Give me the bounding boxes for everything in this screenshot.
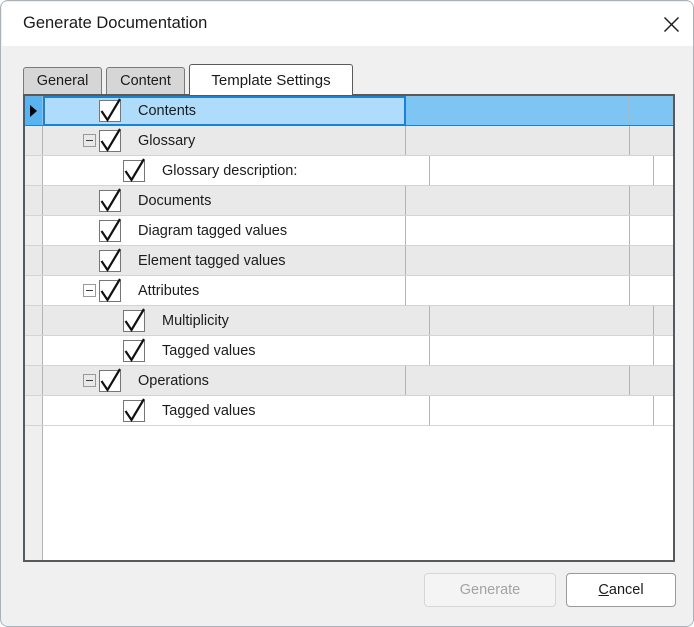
column-separator <box>653 306 654 335</box>
checkbox[interactable] <box>99 220 121 242</box>
tree-item-label: Documents <box>138 191 211 211</box>
tree-item-label: Diagram tagged values <box>138 221 287 241</box>
row-header-cell[interactable] <box>25 246 43 275</box>
cancel-button-label: Cancel <box>598 582 643 598</box>
column-separator <box>653 156 654 185</box>
checkbox[interactable] <box>123 310 145 332</box>
tree-item-label: Attributes <box>138 281 199 301</box>
tab-template-settings-label: Template Settings <box>211 72 330 89</box>
column-separator <box>429 156 430 185</box>
tree-item-label: Glossary <box>138 131 195 151</box>
table-row[interactable]: Documents <box>25 186 673 216</box>
table-row[interactable]: Tagged values <box>25 336 673 366</box>
row-header-cell[interactable] <box>25 306 43 335</box>
checkbox[interactable] <box>123 400 145 422</box>
close-icon[interactable] <box>648 2 694 46</box>
row-header-cell[interactable] <box>25 186 43 215</box>
row-header-cell[interactable] <box>25 276 43 305</box>
row-header-cell[interactable] <box>25 396 43 425</box>
table-row[interactable]: Multiplicity <box>25 306 673 336</box>
cancel-rest: ancel <box>609 582 644 598</box>
collapse-toggle-icon[interactable] <box>83 134 96 147</box>
generate-documentation-dialog: Generate Documentation General Content T… <box>0 0 694 627</box>
collapse-toggle-icon[interactable] <box>83 284 96 297</box>
column-separator <box>405 186 406 215</box>
column-separator <box>629 366 630 395</box>
column-separator <box>405 276 406 305</box>
column-separator <box>653 336 654 365</box>
column-separator <box>405 366 406 395</box>
grid-empty-area <box>25 426 673 560</box>
tab-content-label: Content <box>120 73 171 89</box>
tab-content[interactable]: Content <box>106 67 185 94</box>
column-separator <box>629 276 630 305</box>
row-header-cell[interactable] <box>25 366 43 395</box>
column-separator <box>405 126 406 155</box>
tab-template-settings[interactable]: Template Settings <box>189 64 353 95</box>
tree-item-label: Tagged values <box>162 401 256 421</box>
checkbox[interactable] <box>99 370 121 392</box>
dialog-title: Generate Documentation <box>23 14 207 33</box>
collapse-toggle-icon[interactable] <box>83 374 96 387</box>
column-separator <box>429 396 430 425</box>
row-header-cell[interactable] <box>25 156 43 185</box>
dialog-body: General Content Template Settings Conten… <box>2 46 694 627</box>
table-row[interactable]: Contents <box>25 96 673 126</box>
checkbox[interactable] <box>99 190 121 212</box>
table-row[interactable]: Tagged values <box>25 396 673 426</box>
table-row[interactable]: Glossary <box>25 126 673 156</box>
column-separator <box>405 246 406 275</box>
checkbox[interactable] <box>123 340 145 362</box>
checkbox[interactable] <box>99 280 121 302</box>
row-header-cell[interactable] <box>25 96 43 125</box>
table-row[interactable]: Glossary description: <box>25 156 673 186</box>
row-header-gutter-filler <box>25 426 43 560</box>
cancel-accelerator: C <box>598 582 608 598</box>
table-row[interactable]: Element tagged values <box>25 246 673 276</box>
column-separator <box>429 336 430 365</box>
tree-rows: Contents Glossary Glossary description: Doc… <box>25 96 673 560</box>
tree-item-label: Multiplicity <box>162 311 229 331</box>
tree-item-label: Glossary description: <box>162 161 297 181</box>
checkbox[interactable] <box>99 130 121 152</box>
column-separator <box>653 396 654 425</box>
table-row[interactable]: Diagram tagged values <box>25 216 673 246</box>
checkbox[interactable] <box>99 250 121 272</box>
checkbox[interactable] <box>99 100 121 122</box>
row-header-cell[interactable] <box>25 126 43 155</box>
column-separator <box>405 216 406 245</box>
generate-button-label: Generate <box>460 582 520 598</box>
row-header-cell[interactable] <box>25 336 43 365</box>
tree-item-label: Tagged values <box>162 341 256 361</box>
table-row[interactable]: Operations <box>25 366 673 396</box>
cancel-button[interactable]: Cancel <box>566 573 676 607</box>
tree-item-label: Operations <box>138 371 209 391</box>
tree-item-label: Element tagged values <box>138 251 286 271</box>
row-header-cell[interactable] <box>25 216 43 245</box>
tab-general-label: General <box>37 73 89 89</box>
tab-general[interactable]: General <box>23 67 102 94</box>
table-row[interactable]: Attributes <box>25 276 673 306</box>
column-separator <box>629 126 630 155</box>
tree-item-label: Contents <box>138 101 196 121</box>
column-separator <box>429 306 430 335</box>
column-separator <box>629 186 630 215</box>
column-separator <box>629 216 630 245</box>
checkbox[interactable] <box>123 160 145 182</box>
column-separator <box>629 246 630 275</box>
column-separator <box>629 96 630 125</box>
generate-button[interactable]: Generate <box>424 573 556 607</box>
template-settings-grid[interactable]: Contents Glossary Glossary description: Doc… <box>23 94 675 562</box>
current-row-arrow-icon <box>30 105 37 117</box>
title-bar: Generate Documentation <box>2 2 694 46</box>
